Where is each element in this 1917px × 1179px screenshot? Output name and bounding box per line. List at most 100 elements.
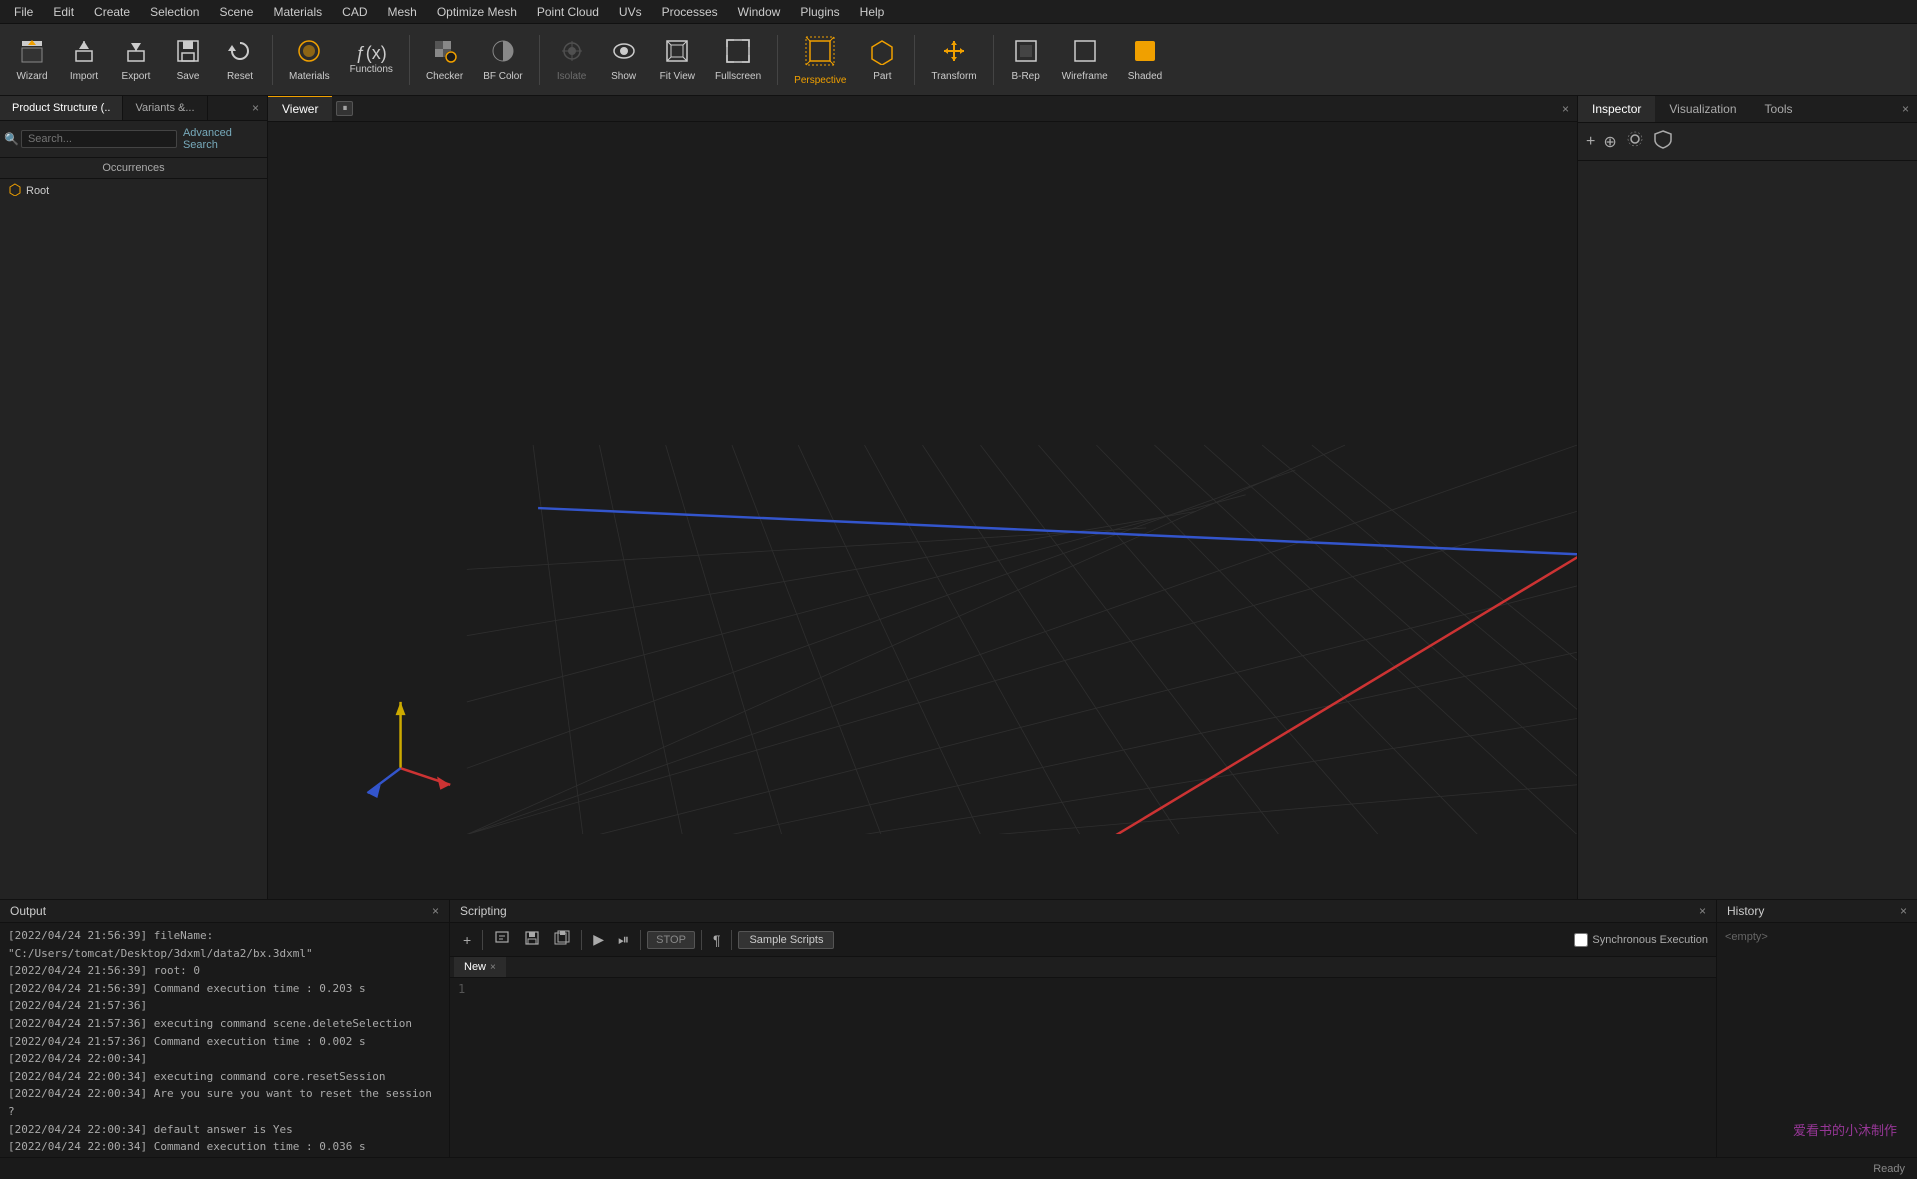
part-button[interactable]: Part bbox=[858, 33, 906, 86]
bf-color-button[interactable]: BF Color bbox=[475, 33, 530, 86]
right-panel-close[interactable]: × bbox=[1894, 98, 1917, 120]
checker-button[interactable]: Checker bbox=[418, 33, 471, 86]
fit-view-icon bbox=[663, 37, 691, 69]
shaded-button[interactable]: Shaded bbox=[1120, 33, 1170, 86]
advanced-search-button[interactable]: Advanced Search bbox=[179, 125, 263, 153]
brep-label: B-Rep bbox=[1011, 71, 1039, 82]
menu-optimize-mesh[interactable]: Optimize Mesh bbox=[427, 3, 527, 21]
output-panel-header: Output × bbox=[0, 900, 449, 923]
scripting-save-button[interactable] bbox=[519, 927, 545, 952]
export-button[interactable]: Export bbox=[112, 33, 160, 86]
wizard-button[interactable]: Wizard bbox=[8, 33, 56, 86]
menu-plugins[interactable]: Plugins bbox=[790, 3, 849, 21]
scripting-toolbar: + ▶ ⏯ STOP ¶ Sample Scripts Synchronous … bbox=[450, 923, 1716, 957]
sync-execution-checkbox[interactable] bbox=[1574, 933, 1588, 947]
brep-button[interactable]: B-Rep bbox=[1002, 33, 1050, 86]
fit-view-label: Fit View bbox=[660, 71, 695, 82]
scripting-paragraph-button[interactable]: ¶ bbox=[708, 929, 726, 951]
scripting-label: Scripting bbox=[460, 904, 507, 918]
fullscreen-button[interactable]: Fullscreen bbox=[707, 33, 769, 86]
checker-label: Checker bbox=[426, 71, 463, 82]
viewer-tab[interactable]: Viewer bbox=[268, 96, 332, 121]
add-item-icon[interactable]: + bbox=[1586, 133, 1595, 151]
tab-inspector[interactable]: Inspector bbox=[1578, 96, 1655, 122]
fit-view-button[interactable]: Fit View bbox=[652, 33, 703, 86]
viewer-panel: Viewer ⏸ × Part Occurrences 0 Triangles … bbox=[268, 96, 1577, 899]
output-line-10: [2022/04/24 22:00:34] Command execution … bbox=[8, 1138, 441, 1156]
shaded-label: Shaded bbox=[1128, 71, 1162, 82]
tree-item-root[interactable]: Root bbox=[0, 179, 267, 202]
scripting-add-button[interactable]: + bbox=[458, 929, 476, 951]
isolate-label: Isolate bbox=[557, 71, 586, 82]
wireframe-button[interactable]: Wireframe bbox=[1054, 33, 1116, 86]
save-button[interactable]: Save bbox=[164, 33, 212, 86]
viewer-close-button[interactable]: × bbox=[1554, 98, 1577, 120]
viewer-canvas[interactable]: Part Occurrences 0 Triangles 0 Points 0 … bbox=[268, 122, 1577, 895]
menu-scene[interactable]: Scene bbox=[209, 3, 263, 21]
materials-button[interactable]: Materials bbox=[281, 33, 338, 86]
show-icon bbox=[610, 37, 638, 69]
brep-icon bbox=[1012, 37, 1040, 69]
script-sep-5 bbox=[731, 930, 732, 950]
script-tab-new-close[interactable]: × bbox=[490, 962, 496, 973]
menu-edit[interactable]: Edit bbox=[43, 3, 84, 21]
scripting-play-button[interactable]: ▶ bbox=[588, 928, 609, 951]
script-editor[interactable]: 1 bbox=[450, 978, 1716, 1179]
functions-button[interactable]: ƒ(x) Functions bbox=[342, 40, 401, 79]
script-sep-3 bbox=[640, 930, 641, 950]
menu-window[interactable]: Window bbox=[728, 3, 791, 21]
sync-execution-label[interactable]: Synchronous Execution bbox=[1574, 933, 1708, 947]
output-line-1: [2022/04/24 21:56:39] root: 0 bbox=[8, 962, 441, 980]
menu-create[interactable]: Create bbox=[84, 3, 140, 21]
perspective-label: Perspective bbox=[794, 75, 846, 86]
search-bar: 🔍 Advanced Search bbox=[0, 121, 267, 158]
viewer-pause-button[interactable]: ⏸ bbox=[336, 101, 353, 116]
reset-button[interactable]: Reset bbox=[216, 33, 264, 86]
perspective-button[interactable]: Perspective bbox=[786, 29, 854, 90]
menu-point-cloud[interactable]: Point Cloud bbox=[527, 3, 609, 21]
menu-processes[interactable]: Processes bbox=[652, 3, 728, 21]
history-empty-label: <empty> bbox=[1725, 931, 1768, 943]
history-close-button[interactable]: × bbox=[1900, 904, 1907, 918]
search-input[interactable] bbox=[21, 130, 177, 148]
menu-mesh[interactable]: Mesh bbox=[378, 3, 427, 21]
output-line-4: [2022/04/24 21:57:36] executing command … bbox=[8, 1015, 441, 1033]
tab-variants[interactable]: Variants &... bbox=[123, 96, 207, 120]
left-panel-tabs: Product Structure (.. Variants &... × bbox=[0, 96, 267, 121]
history-panel-header: History × bbox=[1717, 900, 1917, 923]
menu-selection[interactable]: Selection bbox=[140, 3, 209, 21]
wireframe-label: Wireframe bbox=[1062, 71, 1108, 82]
sample-scripts-button[interactable]: Sample Scripts bbox=[738, 931, 834, 949]
isolate-button[interactable]: Isolate bbox=[548, 33, 596, 86]
menu-help[interactable]: Help bbox=[850, 3, 895, 21]
fullscreen-label: Fullscreen bbox=[715, 71, 761, 82]
output-content: [2022/04/24 21:56:39] fileName: "C:/User… bbox=[0, 923, 449, 1179]
scripting-play-file-button[interactable]: ⏯ bbox=[613, 928, 634, 951]
output-close-button[interactable]: × bbox=[432, 904, 439, 918]
script-tab-new[interactable]: New × bbox=[454, 957, 506, 977]
sync-execution-text: Synchronous Execution bbox=[1592, 934, 1708, 946]
left-panel-close[interactable]: × bbox=[244, 97, 267, 119]
tab-visualization[interactable]: Visualization bbox=[1655, 96, 1750, 122]
add-icon[interactable]: ⊕ bbox=[1603, 132, 1616, 152]
scripting-save-all-button[interactable] bbox=[549, 927, 575, 952]
scripting-panel-header: Scripting × bbox=[450, 900, 1716, 923]
settings-icon[interactable] bbox=[1625, 129, 1645, 154]
output-line-2: [2022/04/24 21:56:39] Command execution … bbox=[8, 980, 441, 998]
toolbar-sep-3 bbox=[539, 35, 540, 85]
import-button[interactable]: Import bbox=[60, 33, 108, 86]
scripting-stop-button[interactable]: STOP bbox=[647, 931, 695, 949]
export-icon bbox=[122, 37, 150, 69]
menu-uvs[interactable]: UVs bbox=[609, 3, 652, 21]
transform-button[interactable]: Transform bbox=[923, 33, 984, 86]
scripting-close-button[interactable]: × bbox=[1699, 904, 1706, 918]
menu-materials[interactable]: Materials bbox=[263, 3, 332, 21]
show-button[interactable]: Show bbox=[600, 33, 648, 86]
menu-cad[interactable]: CAD bbox=[332, 3, 377, 21]
tab-product-structure[interactable]: Product Structure (.. bbox=[0, 96, 123, 120]
right-panel: Inspector Visualization Tools × + ⊕ bbox=[1577, 96, 1917, 899]
tab-tools[interactable]: Tools bbox=[1751, 96, 1807, 122]
menu-file[interactable]: File bbox=[4, 3, 43, 21]
scripting-edit-button[interactable] bbox=[489, 927, 515, 952]
history-content: <empty> bbox=[1717, 923, 1917, 1179]
